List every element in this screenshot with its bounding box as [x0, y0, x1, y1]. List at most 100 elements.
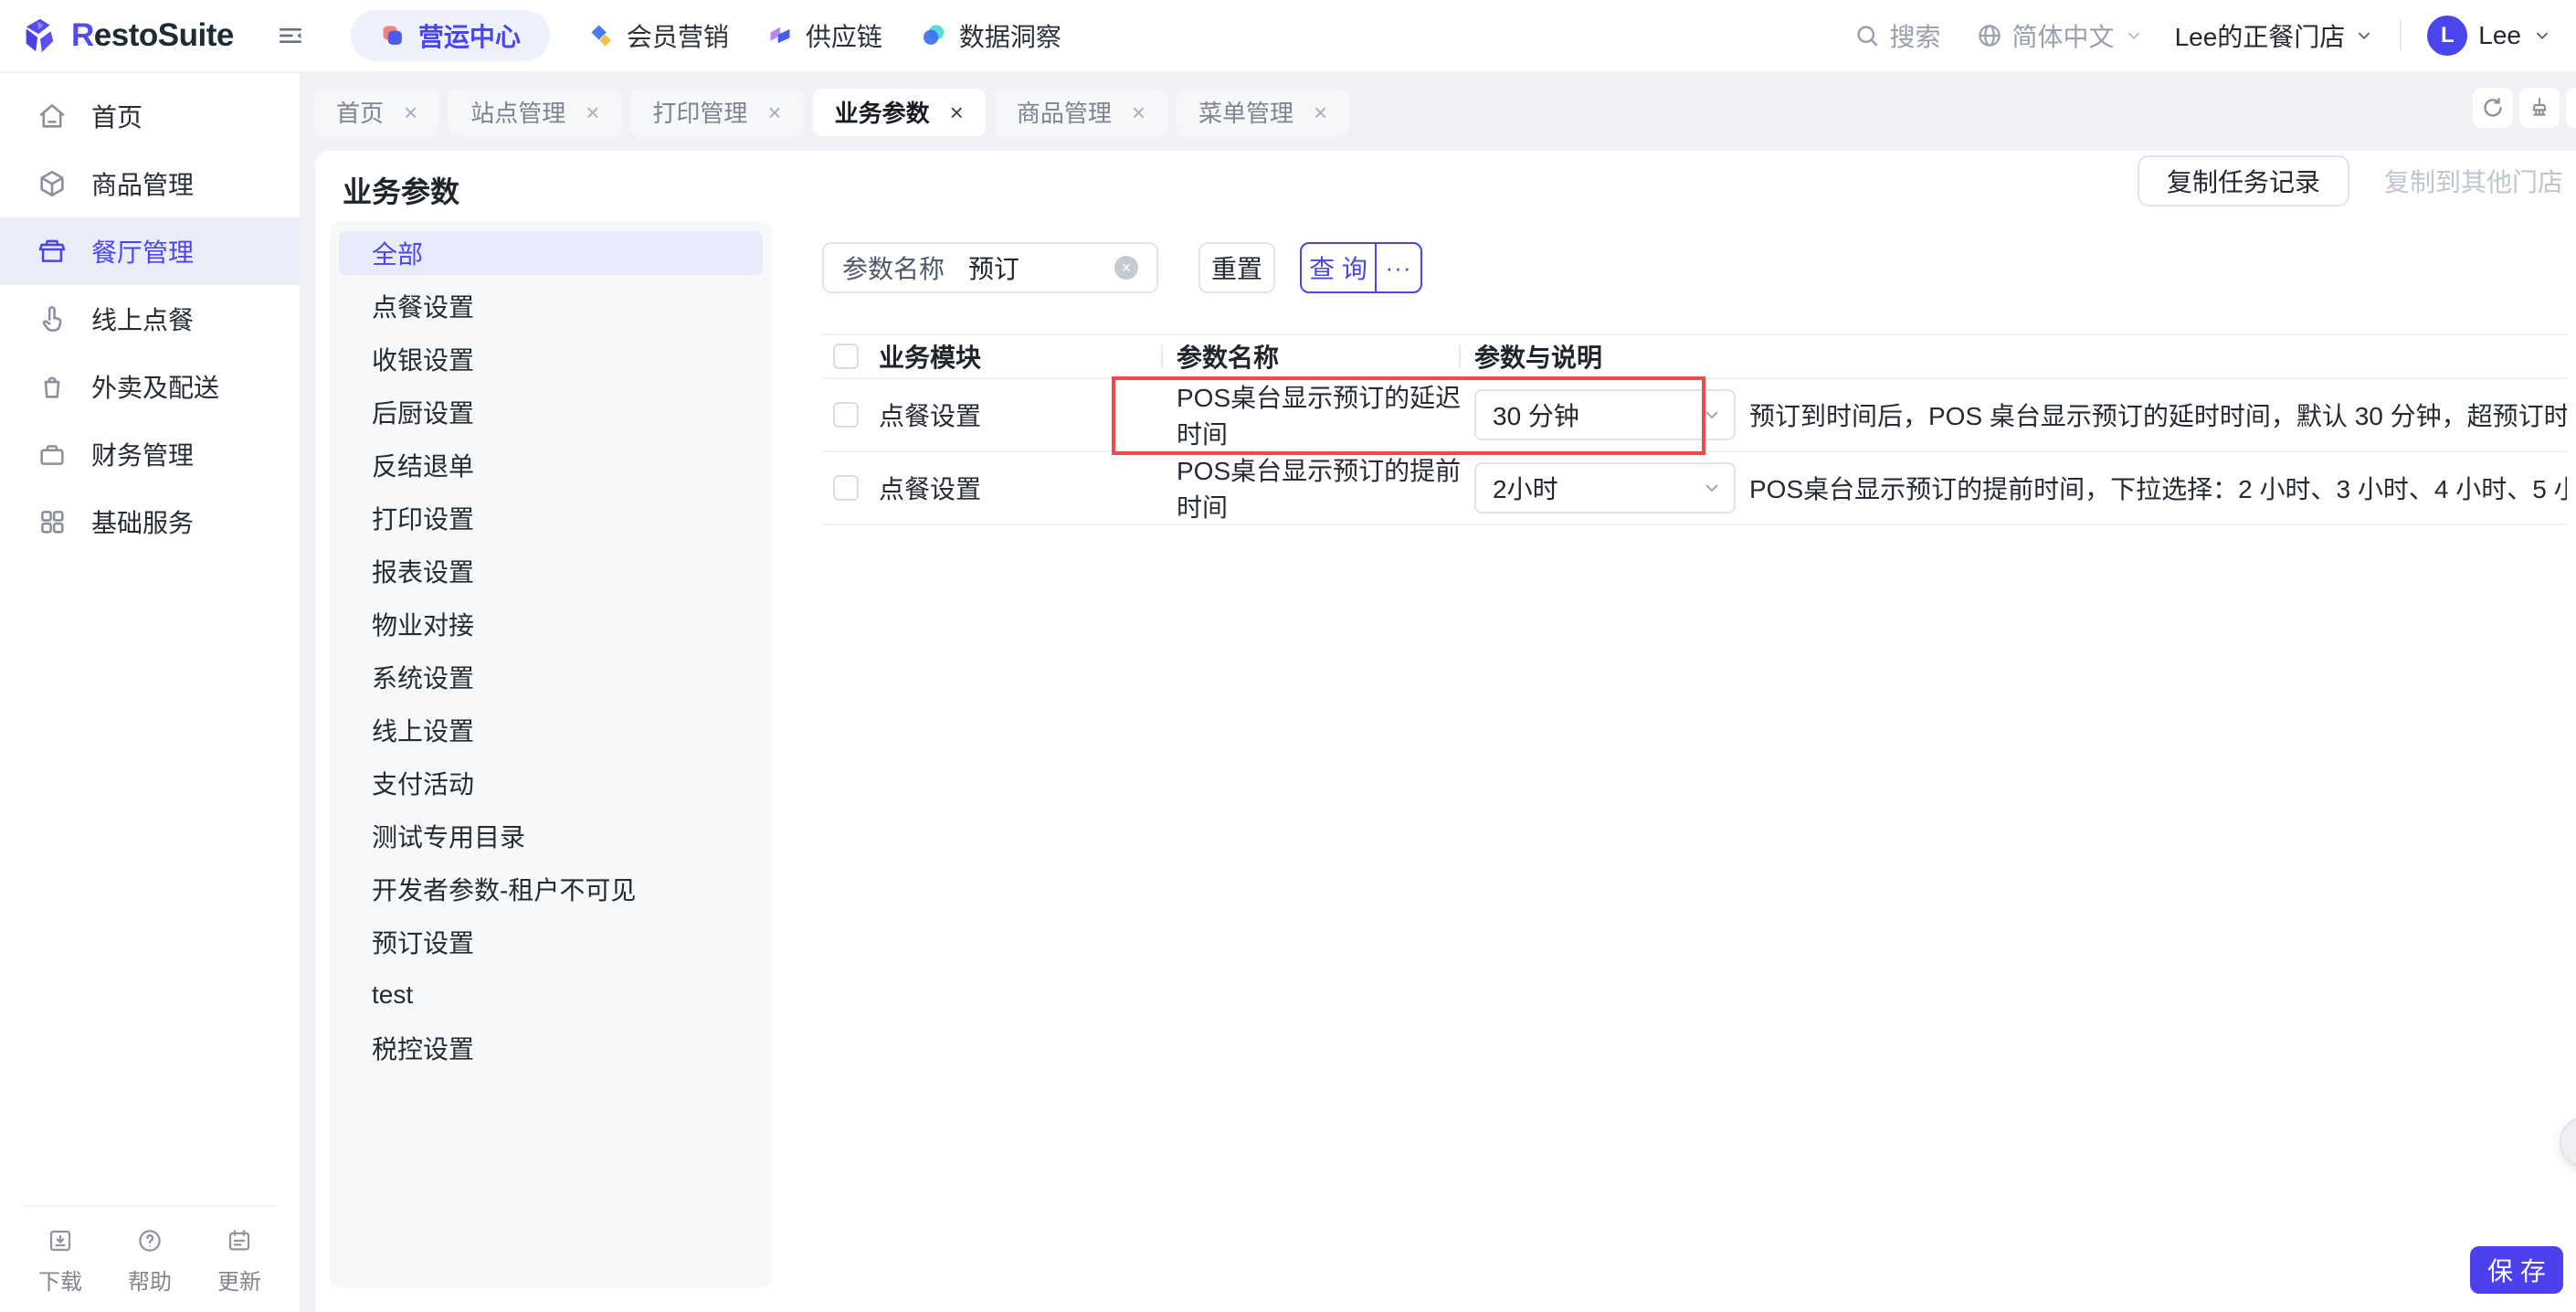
- clear-input-icon[interactable]: ×: [1114, 256, 1138, 280]
- category-item[interactable]: 预订设置: [339, 920, 763, 964]
- home-icon: [37, 101, 68, 132]
- save-button[interactable]: 保 存: [2470, 1246, 2563, 1294]
- tab-label: 菜单管理: [1198, 100, 1294, 127]
- tab-bar: 首页 × 站点管理 × 打印管理 × 业务参数 × 商品管理 × 菜单管理 ×: [301, 73, 2576, 151]
- tab-label: 站点管理: [470, 100, 566, 127]
- reset-button[interactable]: 重置: [1198, 242, 1275, 293]
- table-row: 点餐设置 POS桌台显示预订的提前时间 2小时 POS桌台显示预订的提前时间，下…: [822, 452, 2567, 525]
- category-item[interactable]: 物业对接: [339, 602, 763, 646]
- tab-close-icon[interactable]: ×: [767, 101, 781, 124]
- search-label: 搜索: [1889, 23, 1941, 51]
- download-button[interactable]: 下载: [38, 1227, 82, 1296]
- user-menu[interactable]: L Lee: [2427, 16, 2552, 56]
- brand-logo[interactable]: RestoSuite: [18, 15, 234, 57]
- param-description: POS桌台显示预订的提前时间，下拉选择：2 小时、3 小时、4 小时、5 小时: [1749, 475, 2567, 503]
- category-item[interactable]: 支付活动: [339, 761, 763, 805]
- column-header-module: 业务模块: [879, 338, 1177, 375]
- sidebar-item-online-ordering[interactable]: 线上点餐: [0, 285, 300, 353]
- sidebar-item-products[interactable]: 商品管理: [0, 150, 300, 217]
- category-item[interactable]: 反结退单: [339, 443, 763, 487]
- tab-business-parameters[interactable]: 业务参数 ×: [812, 88, 986, 136]
- touch-pointer-icon: [37, 303, 68, 334]
- data-insight-icon: [921, 23, 946, 48]
- footer-label: 更新: [217, 1270, 261, 1295]
- advance-time-select[interactable]: 2小时: [1474, 462, 1736, 513]
- clear-cache-button[interactable]: [2519, 88, 2560, 128]
- tab-product-management[interactable]: 商品管理 ×: [994, 88, 1168, 136]
- tab-close-icon[interactable]: ×: [586, 101, 599, 124]
- update-icon: [226, 1227, 253, 1254]
- update-button[interactable]: 更新: [217, 1227, 261, 1296]
- operations-icon: [380, 23, 406, 48]
- category-item-all[interactable]: 全部: [339, 231, 763, 275]
- table-row: 点餐设置 POS桌台显示预订的延迟时间 30 分钟 预订到时间后，POS 桌台显…: [822, 379, 2567, 452]
- category-item[interactable]: 开发者参数-租户不可见: [339, 867, 763, 911]
- header-right: 搜索 简体中文 Lee的正餐门店 L Lee: [1853, 16, 2552, 56]
- sidebar-item-finance[interactable]: 财务管理: [0, 420, 300, 488]
- category-item[interactable]: 线上设置: [339, 708, 763, 752]
- nav-data-insight[interactable]: 数据洞察: [921, 10, 1061, 61]
- filter-bar: 参数名称 预订 × 重置 查 询 ···: [822, 242, 2567, 293]
- category-item[interactable]: 点餐设置: [339, 284, 763, 328]
- global-search[interactable]: 搜索: [1853, 17, 1941, 54]
- copy-task-record-button[interactable]: 复制任务记录: [2137, 155, 2349, 206]
- language-switcher[interactable]: 简体中文: [1976, 17, 2144, 54]
- sidebar-footer: 下载 帮助 更新: [24, 1205, 276, 1312]
- row-checkbox[interactable]: [833, 402, 859, 428]
- tab-actions: [2473, 88, 2576, 128]
- category-panel: 全部 点餐设置 收银设置 后厨设置 反结退单 打印设置 报表设置 物业对接 系统…: [330, 222, 772, 1288]
- tab-site-management[interactable]: 站点管理 ×: [449, 88, 622, 136]
- sidebar-item-label: 餐厅管理: [91, 238, 195, 267]
- category-item[interactable]: 系统设置: [339, 655, 763, 699]
- more-filters-button[interactable]: ···: [1375, 242, 1422, 293]
- sidebar-item-label: 财务管理: [91, 441, 195, 470]
- tab-menu-management[interactable]: 菜单管理 ×: [1177, 88, 1350, 136]
- sidebar-collapse-icon[interactable]: [276, 21, 305, 50]
- select-value: 2小时: [1493, 475, 1558, 503]
- tab-print-management[interactable]: 打印管理 ×: [630, 88, 804, 136]
- tab-close-icon[interactable]: ×: [950, 101, 964, 124]
- category-item[interactable]: test: [339, 973, 763, 1017]
- row-checkbox[interactable]: [833, 475, 859, 501]
- help-icon: [136, 1227, 164, 1254]
- tab-close-icon[interactable]: ×: [1314, 101, 1327, 124]
- tab-close-icon[interactable]: ×: [404, 101, 417, 124]
- help-button[interactable]: 帮助: [128, 1227, 172, 1296]
- sidebar-item-delivery[interactable]: 外卖及配送: [0, 353, 300, 420]
- store-switcher[interactable]: Lee的正餐门店: [2175, 17, 2375, 54]
- category-item[interactable]: 测试专用目录: [339, 814, 763, 858]
- column-header-param-name: 参数名称: [1177, 338, 1474, 375]
- select-value: 30 分钟: [1493, 402, 1579, 430]
- query-button[interactable]: 查 询: [1300, 242, 1377, 293]
- param-name-filter[interactable]: 参数名称 预订 ×: [822, 242, 1158, 293]
- sidebar-item-restaurant[interactable]: 餐厅管理: [0, 217, 300, 285]
- cube-icon: [37, 168, 68, 199]
- sidebar-item-basic-services[interactable]: 基础服务: [0, 488, 300, 555]
- filter-value[interactable]: 预订: [968, 249, 1114, 286]
- top-header: RestoSuite 营运中心 会员营销 供应链 数据洞察 搜索 简体中文 Le…: [0, 0, 2576, 73]
- parameters-table: 业务模块 参数名称 参数与说明 点餐设置 POS桌台显示预订的延迟时间 30 分…: [822, 333, 2567, 525]
- category-item[interactable]: 后厨设置: [339, 390, 763, 434]
- category-item[interactable]: 报表设置: [339, 549, 763, 593]
- sidebar-item-home[interactable]: 首页: [0, 82, 300, 150]
- partial-edge-button[interactable]: [2566, 88, 2576, 128]
- nav-label: 数据洞察: [958, 23, 1061, 51]
- copy-to-other-stores-button[interactable]: 复制到其他门店: [2384, 163, 2563, 199]
- nav-member-marketing[interactable]: 会员营销: [588, 10, 729, 61]
- footer-label: 下载: [38, 1270, 82, 1295]
- select-all-checkbox[interactable]: [833, 344, 859, 369]
- refresh-button[interactable]: [2473, 88, 2513, 128]
- sidebar-item-label: 商品管理: [91, 171, 195, 199]
- tab-close-icon[interactable]: ×: [1132, 101, 1145, 124]
- nav-supply-chain[interactable]: 供应链: [767, 10, 882, 61]
- download-icon: [47, 1227, 74, 1254]
- category-item[interactable]: 打印设置: [339, 496, 763, 540]
- tab-home[interactable]: 首页 ×: [314, 88, 440, 136]
- category-item[interactable]: 税控设置: [339, 1026, 763, 1070]
- delay-time-select[interactable]: 30 分钟: [1474, 389, 1736, 440]
- chevron-down-icon: [1701, 404, 1723, 426]
- grid-icon: [37, 506, 68, 537]
- sidebar-item-label: 线上点餐: [91, 306, 195, 334]
- nav-operations-center[interactable]: 营运中心: [350, 10, 550, 61]
- category-item[interactable]: 收银设置: [339, 337, 763, 381]
